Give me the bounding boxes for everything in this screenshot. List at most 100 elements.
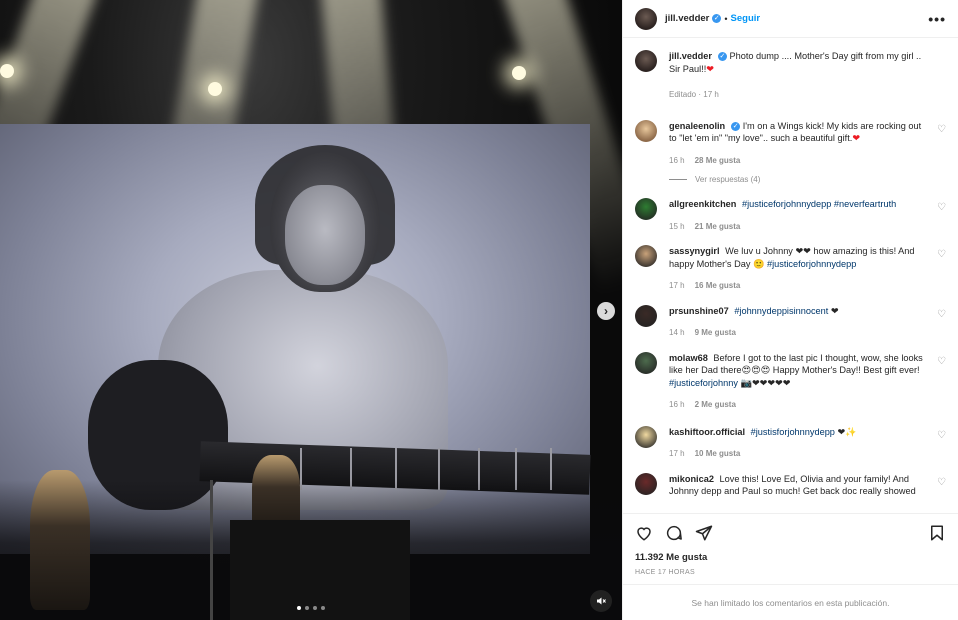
hashtag-link[interactable]: #justisforjohnnydepp (751, 427, 835, 437)
like-heart-icon[interactable]: ♡ (937, 477, 946, 488)
screen-figure-face (285, 185, 365, 285)
carousel-next-button[interactable]: › (597, 302, 615, 320)
avatar[interactable] (635, 351, 657, 374)
hashtag-link[interactable]: #johnnydeppisinnocent (734, 306, 828, 316)
post-timestamp[interactable]: HACE 17 HORAS (635, 569, 946, 576)
post-header: jill.vedder ✓ • Seguir ••• (623, 0, 958, 38)
comment-likes[interactable]: 10 Me gusta (695, 448, 741, 461)
avatar[interactable] (635, 304, 657, 327)
carousel-dot[interactable] (305, 606, 309, 610)
more-options-icon[interactable]: ••• (928, 11, 946, 27)
comment-username[interactable]: molaw68 (669, 353, 708, 363)
comment-time[interactable]: 15 h (669, 221, 685, 234)
view-replies[interactable]: Ver respuestas (4) (669, 175, 946, 184)
like-heart-icon[interactable]: ♡ (937, 249, 946, 260)
comment-likes[interactable]: 16 Me gusta (695, 280, 741, 293)
instagram-post-view: › jill.vedder ✓ • Seguir ••• jill.vedder… (0, 0, 958, 620)
comment-item: genaleenolin ✓ I'm on a Wings kick! My ki… (635, 119, 946, 168)
speaker-muted-icon (597, 597, 606, 605)
comment-likes[interactable]: 21 Me gusta (695, 221, 741, 234)
post-caption: jill.vedder ✓ Photo dump .... Mother's Da… (635, 50, 946, 102)
more-comments: allgreenkitchen #justiceforjohnnydepp #n… (635, 198, 946, 498)
comment-emoji: ❤ (852, 133, 861, 143)
mute-button[interactable] (590, 590, 612, 612)
action-icons (635, 524, 946, 542)
caption-meta: Editado · 17 h (669, 89, 930, 102)
comment-likes[interactable]: 28 Me gusta (695, 155, 741, 168)
comment-text: #justisforjohnnydepp ❤✨ (750, 426, 857, 437)
post-media[interactable]: › (0, 0, 622, 620)
piano (230, 520, 410, 620)
avatar[interactable] (635, 425, 657, 448)
like-heart-icon[interactable]: ♡ (937, 124, 946, 135)
view-replies-label[interactable]: Ver respuestas (4) (695, 175, 760, 184)
author-username[interactable]: jill.vedder (665, 13, 709, 24)
comment-meta: 17 h 10 Me gusta (669, 448, 930, 461)
comment-item: prsunshine07 #johnnydeppisinnocent ❤ 14 h… (635, 304, 946, 340)
comment-meta: 17 h 16 Me gusta (669, 280, 930, 293)
avatar[interactable] (635, 198, 657, 220)
avatar[interactable] (635, 50, 657, 72)
comment-likes[interactable]: 9 Me gusta (695, 327, 736, 340)
stage-lamp (0, 64, 14, 78)
carousel-dot[interactable] (313, 606, 317, 610)
comment-item: molaw68 Before I got to the last pic I t… (635, 351, 946, 412)
comment-item: sassynygirl We luv u Johnny ❤❤ how amazi… (635, 245, 946, 293)
verified-badge-icon: ✓ (731, 121, 741, 131)
comment-item: allgreenkitchen #justiceforjohnnydepp #n… (635, 198, 946, 233)
header-separator: • (724, 13, 728, 24)
comment-likes[interactable]: 2 Me gusta (695, 399, 736, 412)
hashtag-link[interactable]: #justiceforjohnnydepp (742, 199, 831, 209)
comment-meta: 15 h 21 Me gusta (669, 221, 930, 234)
avatar[interactable] (635, 245, 657, 267)
hashtag-link[interactable]: #justiceforjohnny (669, 378, 738, 388)
comment-time[interactable]: 17 h (669, 448, 685, 461)
comment-time[interactable]: 16 h (669, 155, 685, 168)
like-heart-icon[interactable]: ♡ (937, 202, 946, 213)
comment-item: kashiftoor.official #justisforjohnnydepp… (635, 425, 946, 461)
mic-stand (210, 480, 213, 620)
verified-badge-icon: ✓ (717, 52, 727, 62)
replies-divider (669, 179, 687, 180)
like-heart-icon[interactable]: ♡ (937, 309, 946, 320)
comment-icon[interactable] (665, 524, 683, 542)
hashtag-link[interactable]: #justiceforjohnnydepp (767, 259, 856, 269)
carousel-dot[interactable] (321, 606, 325, 610)
stage-lamp (208, 82, 222, 96)
likes-count[interactable]: 11.392 Me gusta (635, 552, 946, 563)
edited-label: Editado · 17 h (669, 90, 719, 99)
caption-username[interactable]: jill.vedder (669, 51, 712, 61)
comments-limited-notice: Se han limitado los comentarios en esta … (623, 584, 958, 620)
like-heart-icon[interactable]: ♡ (937, 356, 946, 367)
musician-silhouette (30, 470, 90, 610)
comment-username[interactable]: genaleenolin (669, 121, 725, 131)
follow-button[interactable]: Seguir (731, 13, 761, 24)
comment-username[interactable]: prsunshine07 (669, 306, 729, 316)
avatar[interactable] (635, 119, 657, 142)
avatar[interactable] (635, 472, 657, 495)
like-icon[interactable] (635, 524, 653, 542)
comment-username[interactable]: allgreenkitchen (669, 199, 736, 209)
author-avatar[interactable] (635, 7, 657, 30)
comment-item: mikonica2 Love this! Love Ed, Olivia and… (635, 472, 946, 498)
comment-text: #justiceforjohnnydepp #neverfeartruth (742, 199, 896, 209)
comment-meta: 16 h 28 Me gusta (669, 155, 930, 168)
comment-time[interactable]: 14 h (669, 327, 685, 340)
comment-meta: 16 h 2 Me gusta (669, 399, 930, 412)
comment-username[interactable]: sassynygirl (669, 246, 720, 256)
bookmark-icon[interactable] (928, 524, 946, 542)
carousel-dot[interactable] (297, 606, 301, 610)
caption-emoji: ❤ (706, 63, 714, 74)
share-icon[interactable] (695, 524, 713, 542)
comment-username[interactable]: mikonica2 (669, 474, 714, 484)
verified-badge-icon: ✓ (712, 14, 722, 23)
comment-meta: 14 h 9 Me gusta (669, 327, 930, 340)
comment-time[interactable]: 16 h (669, 399, 685, 412)
comment-time[interactable]: 17 h (669, 280, 685, 293)
post-actions: 11.392 Me gusta HACE 17 HORAS (623, 513, 958, 576)
hashtag-link[interactable]: #neverfeartruth (834, 199, 896, 209)
stage-lamp (512, 66, 526, 80)
comments-list[interactable]: jill.vedder ✓ Photo dump .... Mother's Da… (623, 38, 958, 513)
comment-username[interactable]: kashiftoor.official (669, 427, 745, 437)
like-heart-icon[interactable]: ♡ (937, 430, 946, 441)
